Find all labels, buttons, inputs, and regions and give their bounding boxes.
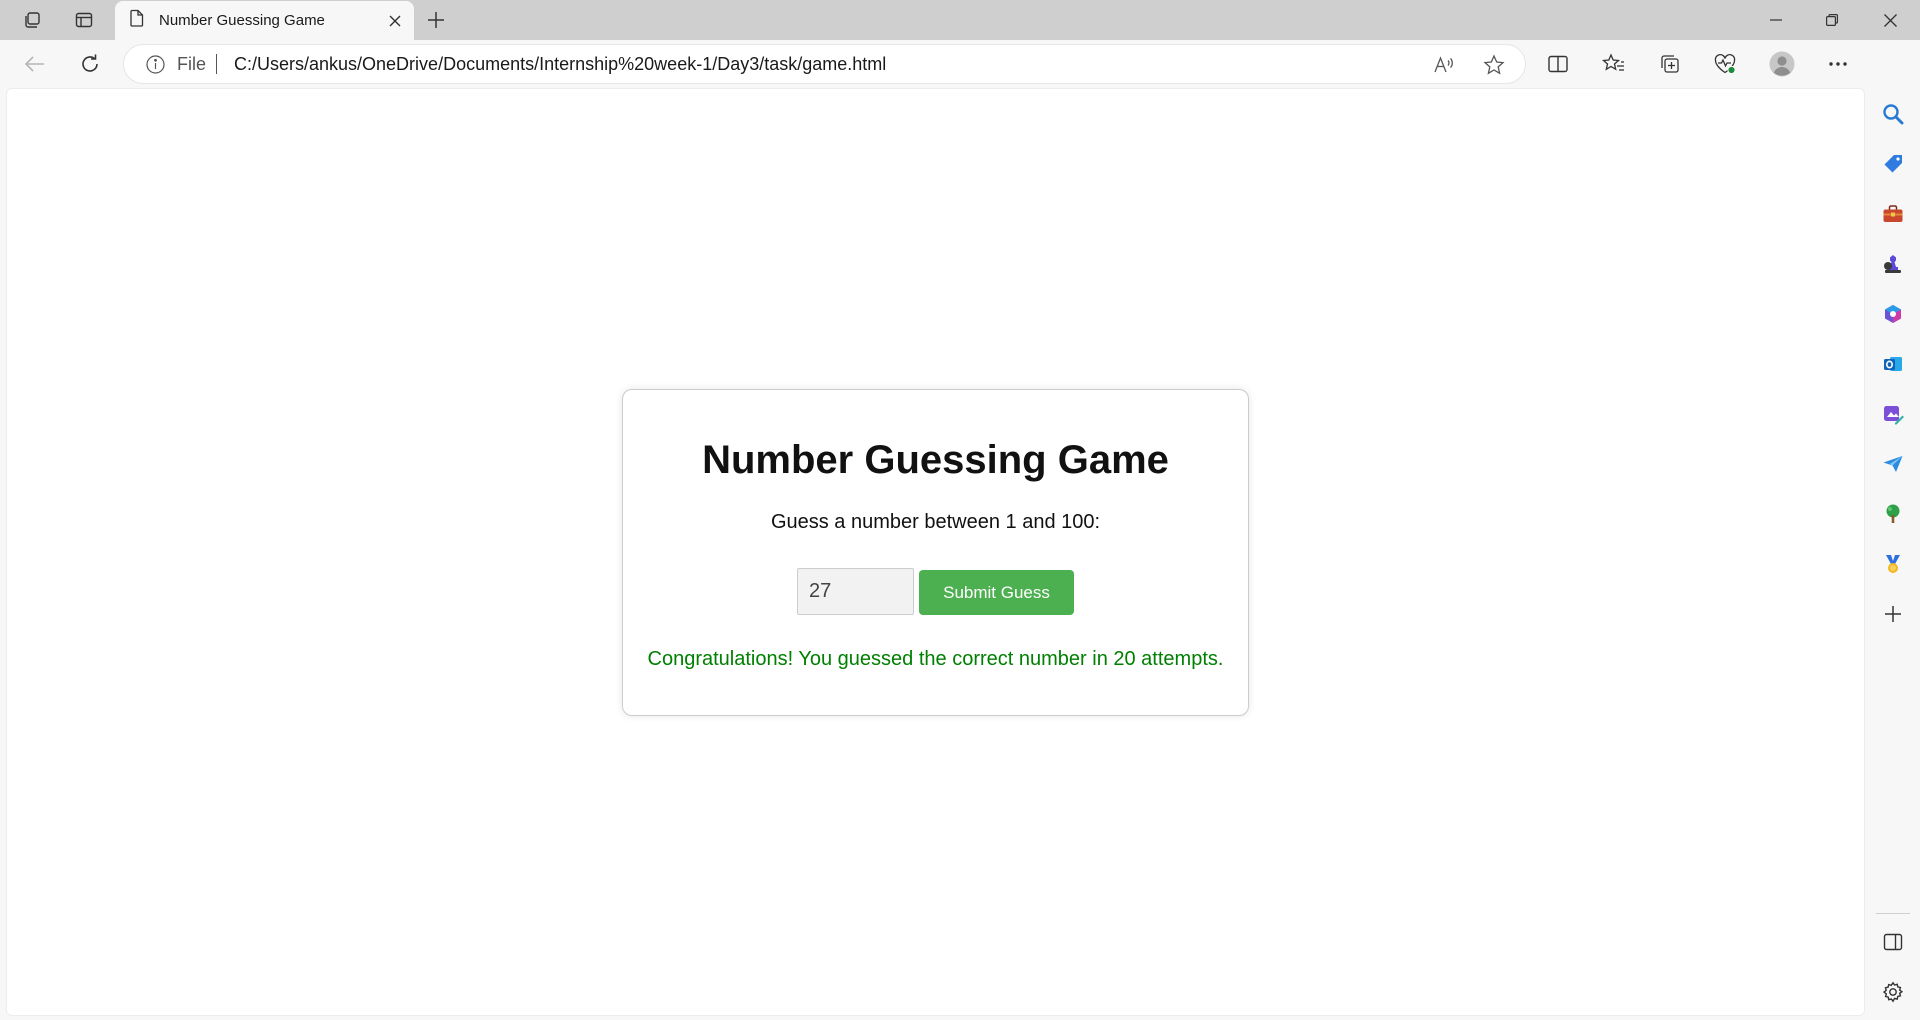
restore-icon[interactable] <box>1804 0 1860 40</box>
profile-avatar-icon[interactable] <box>1766 48 1798 80</box>
info-icon[interactable] <box>146 55 165 74</box>
close-window-icon[interactable] <box>1862 0 1918 40</box>
title-bar: Number Guessing Game <box>0 0 1920 40</box>
split-screen-icon[interactable] <box>1542 48 1574 80</box>
settings-icon[interactable] <box>1879 978 1907 1006</box>
address-bar[interactable]: File C:/Users/ankus/OneDrive/Documents/I… <box>124 45 1525 83</box>
tools-icon[interactable] <box>1879 200 1907 228</box>
add-icon[interactable] <box>1879 600 1907 628</box>
minimize-icon[interactable] <box>1748 0 1804 40</box>
favorites-icon[interactable] <box>1598 48 1630 80</box>
scheme-label: File <box>177 54 207 74</box>
result-message: Congratulations! You guessed the correct… <box>647 648 1224 670</box>
address-divider <box>216 54 217 74</box>
favorite-star-icon[interactable] <box>1480 51 1508 79</box>
read-aloud-icon[interactable] <box>1430 51 1458 79</box>
new-tab-icon[interactable] <box>421 6 451 34</box>
shopping-icon[interactable] <box>1879 150 1907 178</box>
game-prompt: Guess a number between 1 and 100: <box>770 511 1101 533</box>
medal-icon[interactable] <box>1879 550 1907 578</box>
edge-sidebar <box>1866 40 1920 1020</box>
page-icon <box>129 9 145 32</box>
sidebar-divider <box>1876 913 1910 914</box>
active-tab[interactable]: Number Guessing Game <box>115 1 414 40</box>
designer-icon[interactable] <box>1879 400 1907 428</box>
tab-title: Number Guessing Game <box>159 12 325 29</box>
game-title: Number Guessing Game <box>702 438 1169 482</box>
refresh-icon[interactable] <box>73 47 107 81</box>
browser-toolbar: File C:/Users/ankus/OneDrive/Documents/I… <box>0 40 1920 87</box>
tree-icon[interactable] <box>1879 500 1907 528</box>
games-icon[interactable] <box>1879 250 1907 278</box>
close-tab-icon[interactable] <box>384 10 406 32</box>
tab-actions-icon[interactable] <box>68 6 100 34</box>
send-icon[interactable] <box>1879 450 1907 478</box>
more-options-icon[interactable] <box>1822 48 1854 80</box>
outlook-icon[interactable] <box>1879 350 1907 378</box>
sidebar-toggle-icon[interactable] <box>1879 928 1907 956</box>
guess-input[interactable] <box>797 568 914 615</box>
back-icon[interactable] <box>18 47 52 81</box>
url-text[interactable]: C:/Users/ankus/OneDrive/Documents/Intern… <box>234 54 886 75</box>
submit-guess-button[interactable]: Submit Guess <box>919 570 1074 615</box>
game-card: Number Guessing Game Guess a number betw… <box>622 389 1249 716</box>
page-viewport: Number Guessing Game Guess a number betw… <box>6 88 1865 1016</box>
microsoft-365-icon[interactable] <box>1879 300 1907 328</box>
workspaces-icon[interactable] <box>16 6 48 34</box>
collections-icon[interactable] <box>1654 48 1686 80</box>
browser-essentials-icon[interactable] <box>1709 48 1741 80</box>
search-icon[interactable] <box>1879 100 1907 128</box>
